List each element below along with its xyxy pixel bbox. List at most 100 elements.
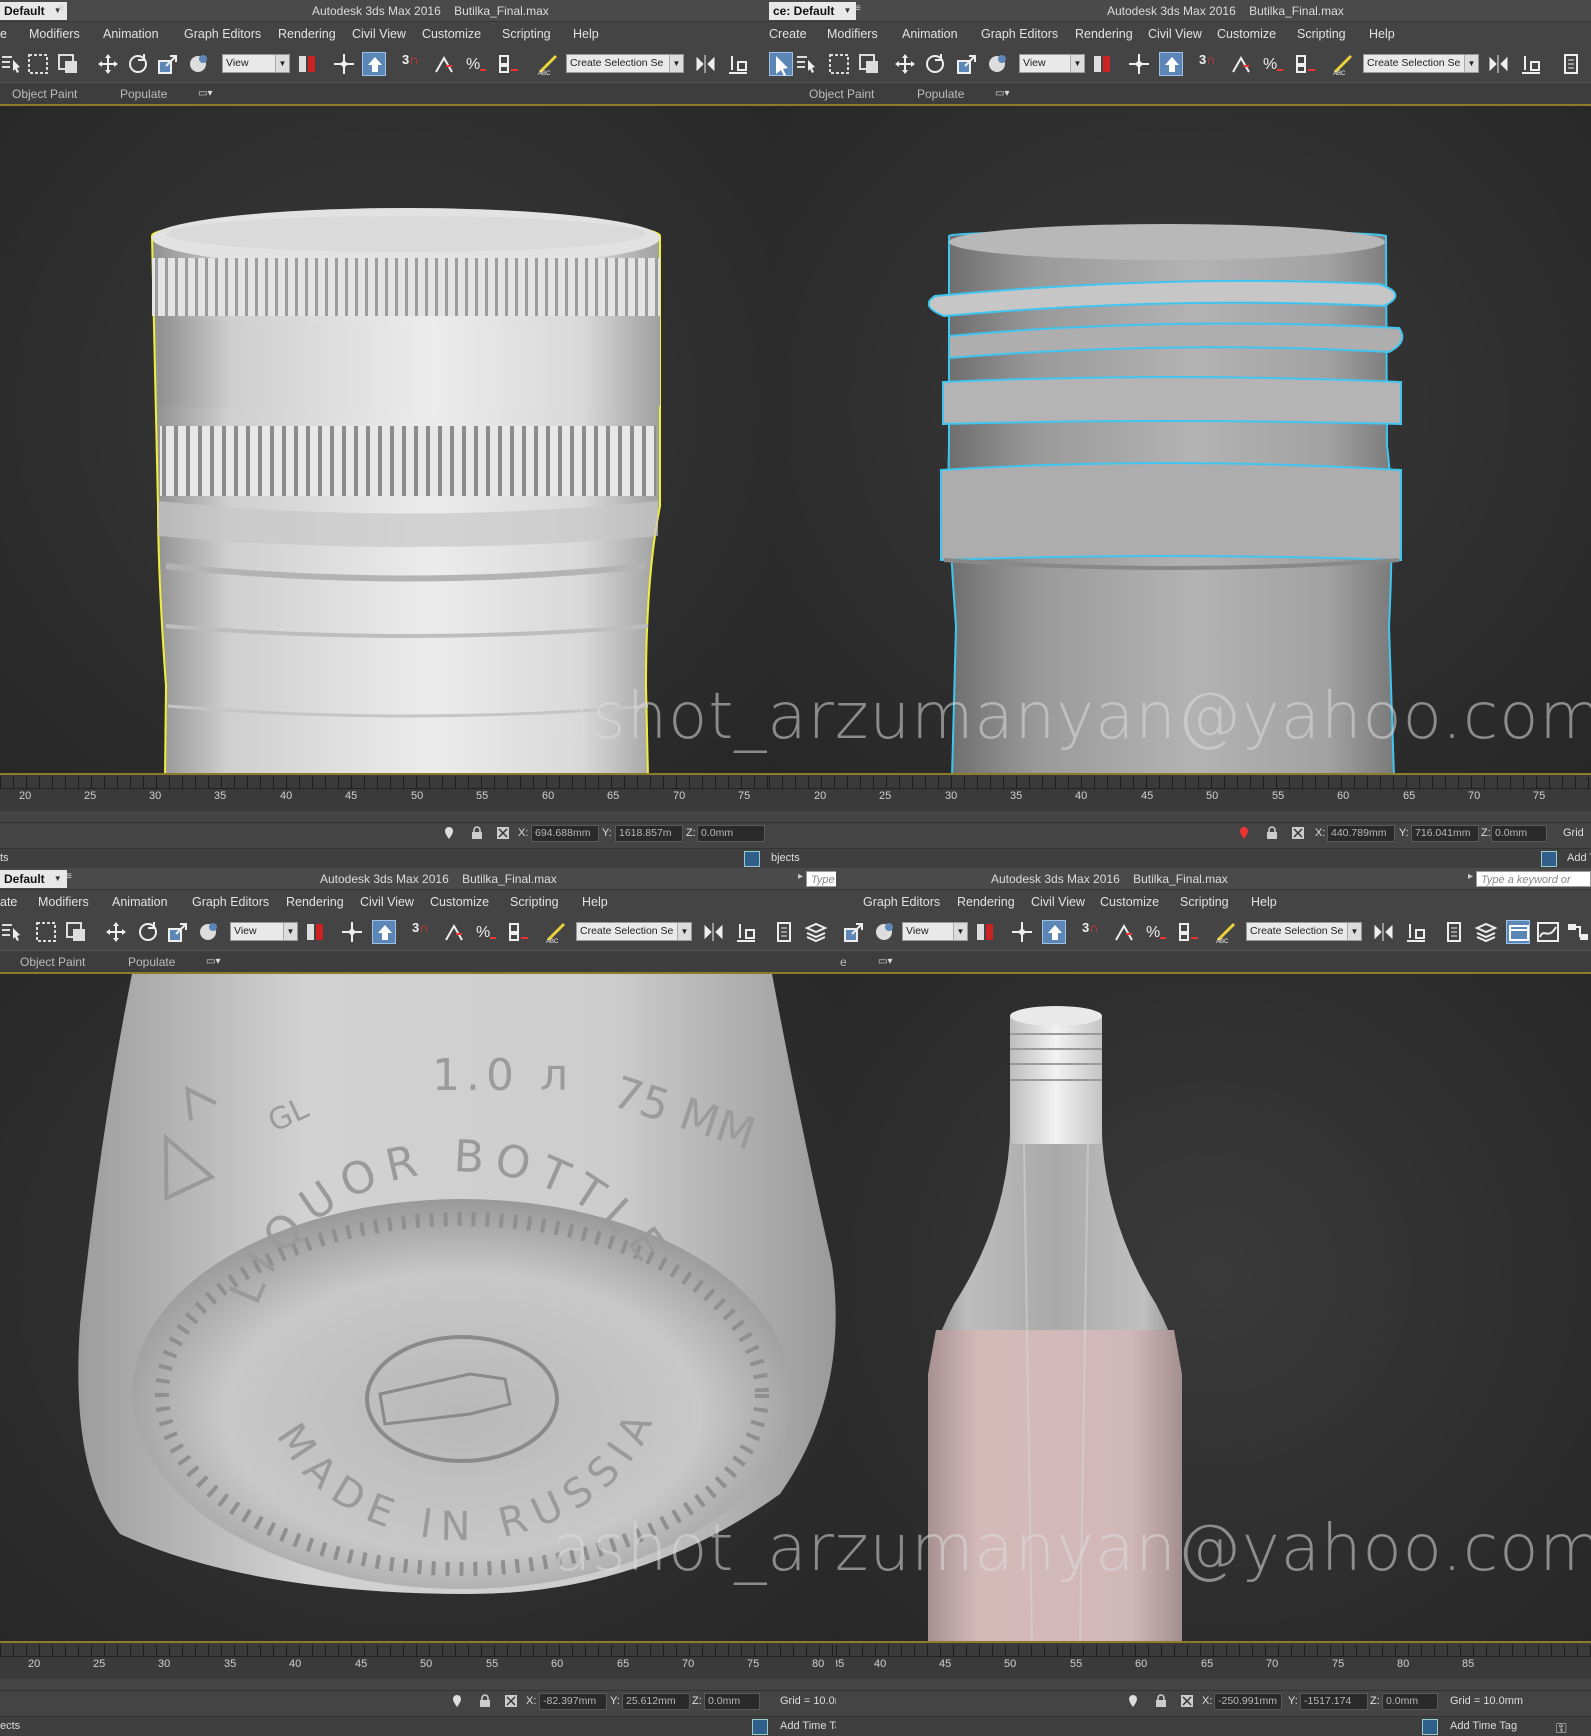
select-place-icon[interactable] [985,52,1009,76]
z-coordinate-field[interactable]: 0.0mm [697,825,765,842]
menu-rendering[interactable]: Rendering [1075,27,1133,41]
absolute-mode-icon[interactable] [1291,826,1305,840]
angle-snap-icon[interactable] [432,52,456,76]
add-time-tag-button[interactable]: Add T [1567,852,1591,864]
spinner-snap-icon[interactable] [506,920,530,944]
ribbon-populate[interactable]: Populate [917,87,964,101]
isolate-icon[interactable] [1237,826,1251,840]
spinner-snap-icon[interactable] [1293,52,1317,76]
rotate-icon[interactable] [923,52,947,76]
window-crossing-icon[interactable] [64,920,88,944]
menu-scripting[interactable]: Scripting [1180,895,1229,909]
snap-toggle-icon[interactable]: 3∩ [1082,920,1099,935]
layer-explorer-icon[interactable] [1442,920,1466,944]
search-input[interactable]: Type a keyword or phra [1476,871,1591,902]
manipulate-icon[interactable] [1127,52,1151,76]
percent-snap-icon[interactable]: % [1144,920,1168,944]
percent-snap-icon[interactable]: % [474,920,498,944]
rect-select-icon[interactable] [827,52,851,76]
menu-scripting[interactable]: Scripting [1297,27,1346,41]
menu-customize[interactable]: Customize [430,895,489,909]
ribbon-toggle-icon[interactable]: ▭▾ [995,88,1019,100]
manipulate-icon[interactable] [340,920,364,944]
menu-help[interactable]: Help [573,27,599,41]
menu-civil-view[interactable]: Civil View [352,27,406,41]
absolute-mode-icon[interactable] [504,1694,518,1708]
menu-scripting[interactable]: Scripting [510,895,559,909]
manipulate-icon[interactable] [1010,920,1034,944]
reference-coord-dropdown[interactable]: View ▼ [1019,54,1085,73]
move-icon[interactable] [893,52,917,76]
menu-help[interactable]: Help [582,895,608,909]
menu-customize[interactable]: Customize [1100,895,1159,909]
expand-arrow-icon[interactable]: ▸ [1468,871,1473,882]
menu-graph-editors[interactable]: Graph Editors [863,895,940,909]
menu-rendering[interactable]: Rendering [957,895,1015,909]
maxscript-listener-icon[interactable] [752,1719,768,1735]
menu-create[interactable]: ate [0,895,17,909]
angle-snap-icon[interactable] [1229,52,1253,76]
menu-civil-view[interactable]: Civil View [1148,27,1202,41]
menu-customize[interactable]: Customize [1217,27,1276,41]
lock-icon[interactable] [1154,1694,1168,1708]
keyboard-shortcut-override-icon[interactable] [362,52,386,76]
move-icon[interactable] [96,52,120,76]
time-slider-ruler[interactable]: 20 25 30 35 40 45 50 55 60 65 70 75 [0,775,775,811]
menu-graph-editors[interactable]: Graph Editors [192,895,269,909]
select-object-icon[interactable] [769,52,793,76]
ribbon-toggle-icon[interactable]: ▭▾ [878,956,902,968]
angle-snap-icon[interactable] [442,920,466,944]
menu-rendering[interactable]: Rendering [286,895,344,909]
quick-access-icon[interactable]: ≡ [66,871,72,882]
absolute-mode-icon[interactable] [496,826,510,840]
z-coordinate-field[interactable]: 0.0mm [1491,825,1547,842]
scene-explorer-icon[interactable] [1506,920,1530,944]
ribbon-object-paint[interactable]: Object Paint [20,955,85,969]
layer-explorer-icon[interactable] [1559,52,1583,76]
reference-coord-dropdown[interactable]: View ▼ [230,922,298,941]
menu-modifiers[interactable]: Modifiers [29,27,80,41]
maxscript-listener-icon[interactable] [1541,851,1557,867]
y-coordinate-field[interactable]: 716.041mm [1411,825,1479,842]
ribbon-object-paint[interactable]: Object Paint [809,87,874,101]
menu-modifiers[interactable]: Modifiers [827,27,878,41]
percent-snap-icon[interactable]: % [464,52,488,76]
named-selection-dropdown[interactable]: Create Selection Se ▼ [1363,54,1479,73]
snap-toggle-icon[interactable]: 3∩ [402,52,419,67]
y-coordinate-field[interactable]: -1517.174 [1300,1693,1368,1710]
schematic-view-icon[interactable] [1566,920,1590,944]
align-icon[interactable] [734,920,758,944]
pivot-icon[interactable] [974,920,998,944]
ribbon-populate[interactable]: Populate [120,87,167,101]
align-icon[interactable] [1404,920,1428,944]
menu-modifiers[interactable]: Modifiers [38,895,89,909]
viewport-full-bottle[interactable] [836,972,1591,1643]
expand-arrow-icon[interactable]: ▸ [798,871,803,882]
scale-icon[interactable] [166,920,190,944]
edit-named-selection-icon[interactable]: ABC [544,920,568,945]
percent-snap-icon[interactable]: % [1261,52,1285,76]
time-slider-ruler[interactable]: 20 25 30 35 40 45 50 55 60 65 70 75 80 [0,1643,842,1679]
curve-editor-icon[interactable] [1536,920,1560,944]
quick-access-icon[interactable]: ≡ [58,3,64,14]
menu-create[interactable]: Create [769,27,807,41]
time-slider-ruler[interactable]: 35 40 45 50 55 60 65 70 75 80 85 [836,1643,1591,1679]
workspace-dropdown[interactable]: Default ▼ [0,2,67,20]
select-place-icon[interactable] [196,920,220,944]
scale-icon[interactable] [156,52,180,76]
select-by-name-icon[interactable] [795,52,819,76]
lock-icon[interactable] [1265,826,1279,840]
snap-toggle-icon[interactable]: 3∩ [412,920,429,935]
layer-explorer-icon[interactable] [772,920,796,944]
window-crossing-icon[interactable] [857,52,881,76]
layer-manager-icon[interactable] [804,920,828,944]
time-slider-ruler[interactable]: 20 25 30 35 40 45 50 55 60 65 70 75 [769,775,1591,811]
ribbon-populate[interactable]: Populate [128,955,175,969]
move-icon[interactable] [104,920,128,944]
snap-toggle-icon[interactable]: 3∩ [1199,52,1216,67]
menu-graph-editors[interactable]: Graph Editors [981,27,1058,41]
y-coordinate-field[interactable]: 25.612mm [622,1693,690,1710]
keyboard-shortcut-override-icon[interactable] [372,920,396,944]
isolate-icon[interactable] [450,1694,464,1708]
x-coordinate-field[interactable]: -250.991mm [1214,1693,1282,1710]
